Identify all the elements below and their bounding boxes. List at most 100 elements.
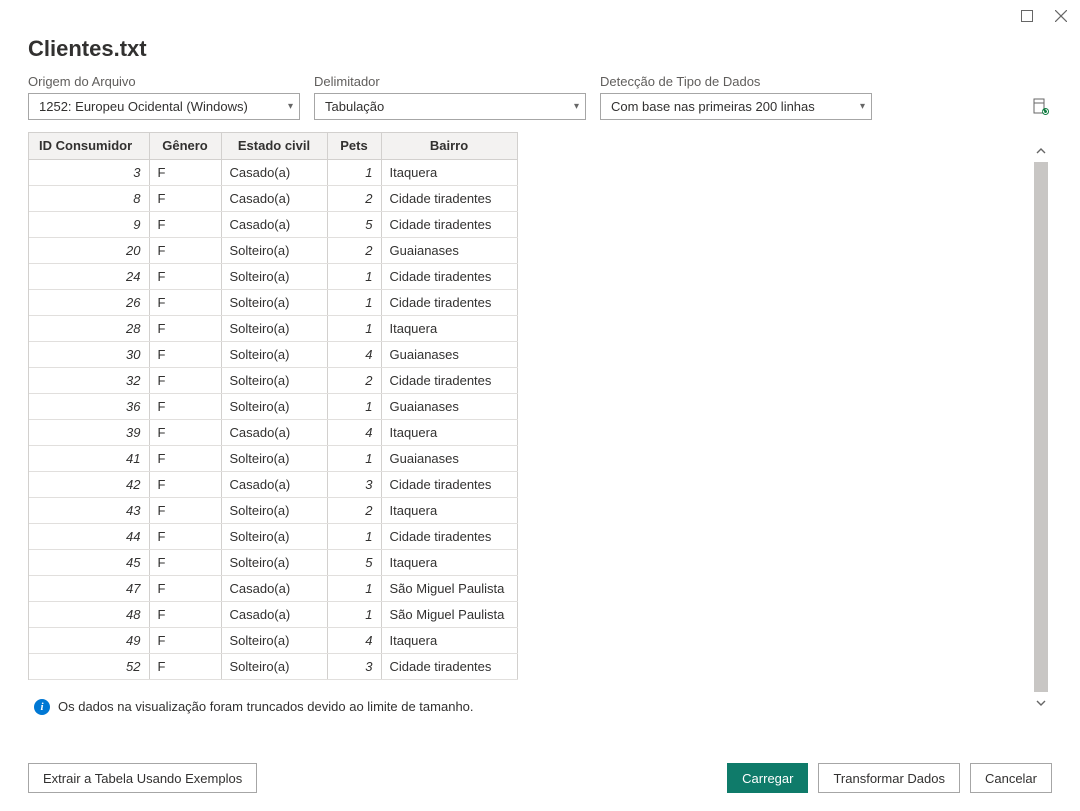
maximize-icon[interactable] <box>1014 3 1040 29</box>
cell: 9 <box>29 211 149 237</box>
table-row[interactable]: 30FSolteiro(a)4Guaianases <box>29 341 517 367</box>
table-row[interactable]: 8FCasado(a)2Cidade tiradentes <box>29 185 517 211</box>
column-header[interactable]: ID Consumidor <box>29 133 149 159</box>
cell: F <box>149 575 221 601</box>
table-row[interactable]: 24FSolteiro(a)1Cidade tiradentes <box>29 263 517 289</box>
scroll-down-icon[interactable] <box>1032 694 1050 712</box>
cell: F <box>149 211 221 237</box>
cell: 2 <box>327 237 381 263</box>
cell: 24 <box>29 263 149 289</box>
cell: F <box>149 237 221 263</box>
cell: Itaquera <box>381 159 517 185</box>
cell: Cidade tiradentes <box>381 653 517 679</box>
cell: 39 <box>29 419 149 445</box>
column-header[interactable]: Gênero <box>149 133 221 159</box>
cell: F <box>149 471 221 497</box>
cell: F <box>149 445 221 471</box>
cell: 3 <box>29 159 149 185</box>
scroll-up-icon[interactable] <box>1032 142 1050 160</box>
column-header[interactable]: Pets <box>327 133 381 159</box>
detection-dropdown[interactable]: Com base nas primeiras 200 linhas ▾ <box>600 93 872 120</box>
cell: Solteiro(a) <box>221 549 327 575</box>
cell: F <box>149 653 221 679</box>
cell: 1 <box>327 445 381 471</box>
scroll-track[interactable] <box>1034 162 1048 692</box>
table-row[interactable]: 26FSolteiro(a)1Cidade tiradentes <box>29 289 517 315</box>
cell: 26 <box>29 289 149 315</box>
table-row[interactable]: 20FSolteiro(a)2Guaianases <box>29 237 517 263</box>
cell: F <box>149 341 221 367</box>
delimiter-label: Delimitador <box>314 74 586 89</box>
cell: 8 <box>29 185 149 211</box>
cell: Guaianases <box>381 237 517 263</box>
column-header[interactable]: Bairro <box>381 133 517 159</box>
cell: F <box>149 185 221 211</box>
cell: 44 <box>29 523 149 549</box>
cell: 52 <box>29 653 149 679</box>
cell: Solteiro(a) <box>221 289 327 315</box>
table-row[interactable]: 28FSolteiro(a)1Itaquera <box>29 315 517 341</box>
cell: Solteiro(a) <box>221 237 327 263</box>
cell: 32 <box>29 367 149 393</box>
cell: Solteiro(a) <box>221 263 327 289</box>
cell: F <box>149 315 221 341</box>
column-header[interactable]: Estado civil <box>221 133 327 159</box>
cell: Itaquera <box>381 497 517 523</box>
table-row[interactable]: 49FSolteiro(a)4Itaquera <box>29 627 517 653</box>
load-button[interactable]: Carregar <box>727 763 808 793</box>
cell: 1 <box>327 159 381 185</box>
table-row[interactable]: 9FCasado(a)5Cidade tiradentes <box>29 211 517 237</box>
table-row[interactable]: 48FCasado(a)1São Miguel Paulista <box>29 601 517 627</box>
cell: F <box>149 627 221 653</box>
cell: Itaquera <box>381 419 517 445</box>
cell: Solteiro(a) <box>221 523 327 549</box>
cell: 1 <box>327 575 381 601</box>
cell: 1 <box>327 523 381 549</box>
cell: 4 <box>327 627 381 653</box>
cell: São Miguel Paulista <box>381 575 517 601</box>
chevron-down-icon: ▾ <box>860 101 865 112</box>
transform-data-button[interactable]: Transformar Dados <box>818 763 960 793</box>
cell: 1 <box>327 289 381 315</box>
cell: 3 <box>327 471 381 497</box>
close-icon[interactable] <box>1048 3 1074 29</box>
vertical-scrollbar[interactable] <box>1032 142 1050 712</box>
info-icon: i <box>34 699 50 715</box>
table-row[interactable]: 41FSolteiro(a)1Guaianases <box>29 445 517 471</box>
cell: F <box>149 549 221 575</box>
cell: Cidade tiradentes <box>381 471 517 497</box>
cell: Casado(a) <box>221 575 327 601</box>
table-row[interactable]: 44FSolteiro(a)1Cidade tiradentes <box>29 523 517 549</box>
delimiter-dropdown[interactable]: Tabulação ▾ <box>314 93 586 120</box>
cell: Casado(a) <box>221 211 327 237</box>
cell: 5 <box>327 549 381 575</box>
cell: Solteiro(a) <box>221 445 327 471</box>
table-row[interactable]: 36FSolteiro(a)1Guaianases <box>29 393 517 419</box>
cell: Cidade tiradentes <box>381 211 517 237</box>
cell: 49 <box>29 627 149 653</box>
column-from-example-icon[interactable] <box>1032 93 1052 120</box>
cancel-button[interactable]: Cancelar <box>970 763 1052 793</box>
cell: Casado(a) <box>221 419 327 445</box>
cell: F <box>149 419 221 445</box>
table-row[interactable]: 43FSolteiro(a)2Itaquera <box>29 497 517 523</box>
cell: 47 <box>29 575 149 601</box>
extract-table-button[interactable]: Extrair a Tabela Usando Exemplos <box>28 763 257 793</box>
table-row[interactable]: 32FSolteiro(a)2Cidade tiradentes <box>29 367 517 393</box>
detection-value: Com base nas primeiras 200 linhas <box>611 99 815 114</box>
cell: Casado(a) <box>221 185 327 211</box>
origin-label: Origem do Arquivo <box>28 74 300 89</box>
origin-dropdown[interactable]: 1252: Europeu Ocidental (Windows) ▾ <box>28 93 300 120</box>
cell: Solteiro(a) <box>221 393 327 419</box>
cell: 48 <box>29 601 149 627</box>
cell: 4 <box>327 419 381 445</box>
cell: Cidade tiradentes <box>381 263 517 289</box>
cell: F <box>149 601 221 627</box>
table-row[interactable]: 45FSolteiro(a)5Itaquera <box>29 549 517 575</box>
table-row[interactable]: 39FCasado(a)4Itaquera <box>29 419 517 445</box>
table-row[interactable]: 47FCasado(a)1São Miguel Paulista <box>29 575 517 601</box>
table-row[interactable]: 42FCasado(a)3Cidade tiradentes <box>29 471 517 497</box>
scroll-thumb[interactable] <box>1034 162 1048 692</box>
table-row[interactable]: 3FCasado(a)1Itaquera <box>29 159 517 185</box>
table-row[interactable]: 52FSolteiro(a)3Cidade tiradentes <box>29 653 517 679</box>
